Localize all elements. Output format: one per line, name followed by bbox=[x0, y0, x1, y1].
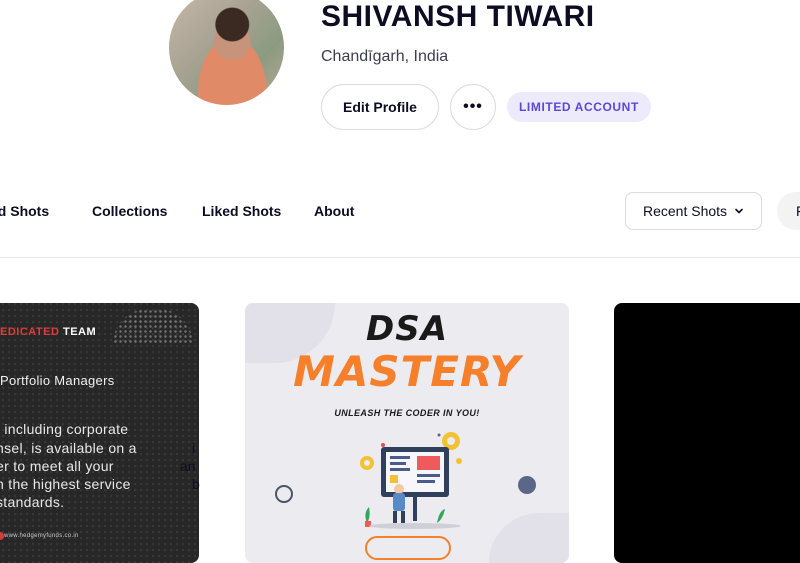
shot-1-line: h the highest service bbox=[0, 476, 131, 492]
shot-1-line: er to meet all your bbox=[0, 458, 114, 474]
avatar[interactable] bbox=[169, 0, 284, 105]
dedicated-prefix: EDICATED bbox=[0, 326, 60, 338]
shot-2-subtitle: MASTERY bbox=[293, 347, 521, 396]
shot-text-fragment: an bbox=[180, 458, 196, 474]
edit-profile-button[interactable]: Edit Profile bbox=[321, 84, 439, 130]
dot-decoration bbox=[518, 476, 536, 494]
divider bbox=[0, 257, 800, 258]
shot-text-fragment: b bbox=[192, 476, 200, 492]
shot-1-heading: Portfolio Managers bbox=[0, 373, 115, 388]
shot-1-dedicated-team: EDICATED TEAM bbox=[0, 326, 96, 338]
ring-decoration bbox=[275, 485, 293, 503]
sort-dropdown[interactable]: Recent Shots bbox=[625, 192, 762, 230]
shot-1-footer: www.hedgemyfunds.co.in bbox=[4, 533, 79, 539]
more-icon: ••• bbox=[463, 98, 483, 115]
profile-name: SHIVANSH TIWARI bbox=[321, 0, 595, 33]
dot-pattern bbox=[113, 309, 193, 344]
shot-text-fragment: i bbox=[192, 440, 196, 456]
profile-location: Chandīgarh, India bbox=[321, 48, 449, 65]
tab-collections[interactable]: Collections bbox=[92, 203, 167, 219]
coder-illustration-icon bbox=[360, 432, 462, 529]
shot-card-dsa-mastery[interactable]: DSA MASTERY UNLEASH THE CODER IN YOU! bbox=[245, 303, 569, 563]
shot-1-line: standards. bbox=[0, 494, 65, 510]
shot-2-tagline: UNLEASH THE CODER IN YOU! bbox=[334, 408, 480, 418]
more-options-button[interactable]: ••• bbox=[450, 84, 496, 130]
tab-about[interactable]: About bbox=[314, 203, 354, 219]
filters-button[interactable]: F bbox=[777, 192, 800, 230]
dedicated-suffix: TEAM bbox=[59, 326, 97, 338]
decorative-blob bbox=[489, 513, 569, 563]
limited-account-badge: LIMITED ACCOUNT bbox=[507, 92, 651, 122]
tab-shots[interactable]: ed Shots bbox=[0, 203, 49, 219]
tab-liked-shots[interactable]: Liked Shots bbox=[202, 203, 281, 219]
shot-1-line: , including corporate bbox=[0, 421, 129, 437]
shot-card-portfolio[interactable]: EDICATED TEAM Portfolio Managers , inclu… bbox=[0, 303, 199, 563]
shot-1-line: nsel, is available on a bbox=[0, 440, 137, 456]
shot-2-title: DSA bbox=[365, 309, 449, 349]
shot-card-black[interactable] bbox=[614, 303, 800, 563]
sort-dropdown-label: Recent Shots bbox=[643, 203, 728, 219]
chevron-down-icon bbox=[735, 208, 743, 214]
